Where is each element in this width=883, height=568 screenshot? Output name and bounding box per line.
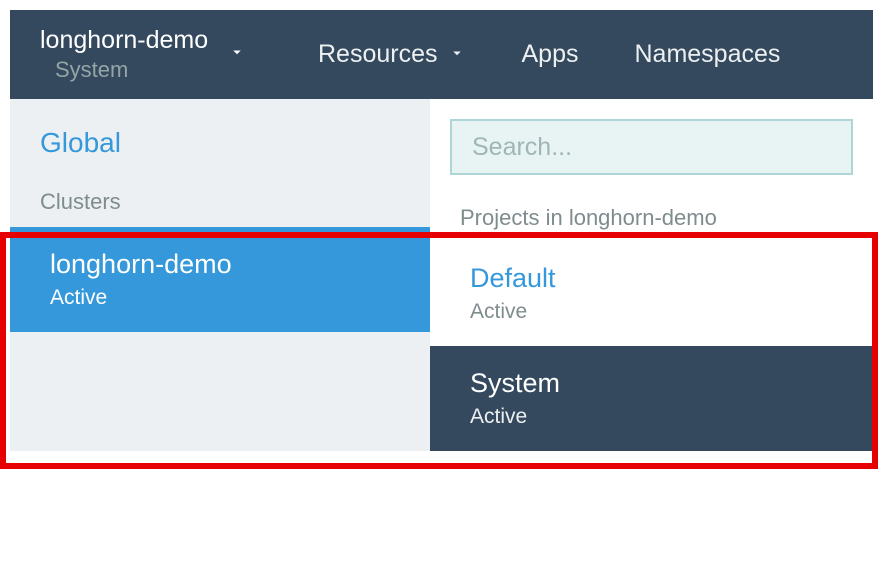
project-item-name: System — [470, 368, 843, 399]
cluster-item-name: longhorn-demo — [50, 249, 400, 280]
nav-apps[interactable]: Apps — [494, 10, 607, 99]
nav-apps-label: Apps — [522, 40, 579, 69]
project-item-status: Active — [470, 300, 843, 324]
project-item-default[interactable]: Default Active — [430, 241, 873, 346]
project-item-status: Active — [470, 405, 843, 429]
global-link[interactable]: Global — [10, 99, 430, 179]
nav-resources[interactable]: Resources — [290, 10, 494, 99]
topbar: longhorn-demo System Resources Apps Name… — [10, 10, 873, 99]
search-wrap — [430, 99, 873, 193]
nav-namespaces-label: Namespaces — [634, 40, 780, 69]
cluster-project: System — [40, 57, 208, 83]
clusters-section-label: Clusters — [10, 179, 430, 227]
chevron-down-icon — [448, 40, 466, 69]
chevron-down-icon — [228, 43, 246, 66]
nav-namespaces[interactable]: Namespaces — [606, 10, 808, 99]
clusters-column: Global Clusters longhorn-demo Active — [10, 99, 430, 451]
project-item-system[interactable]: System Active — [430, 346, 873, 451]
projects-column: Projects in longhorn-demo Default Active… — [430, 99, 873, 451]
cluster-item-status: Active — [50, 286, 400, 310]
project-item-name: Default — [470, 263, 843, 294]
cluster-dropdown: Global Clusters longhorn-demo Active Pro… — [10, 99, 873, 451]
projects-section-label: Projects in longhorn-demo — [430, 193, 873, 241]
cluster-selector[interactable]: longhorn-demo System — [10, 10, 290, 99]
nav-resources-label: Resources — [318, 40, 438, 69]
cluster-name: longhorn-demo — [40, 26, 208, 55]
search-input[interactable] — [450, 119, 853, 175]
cluster-item-longhorn-demo[interactable]: longhorn-demo Active — [10, 227, 430, 332]
